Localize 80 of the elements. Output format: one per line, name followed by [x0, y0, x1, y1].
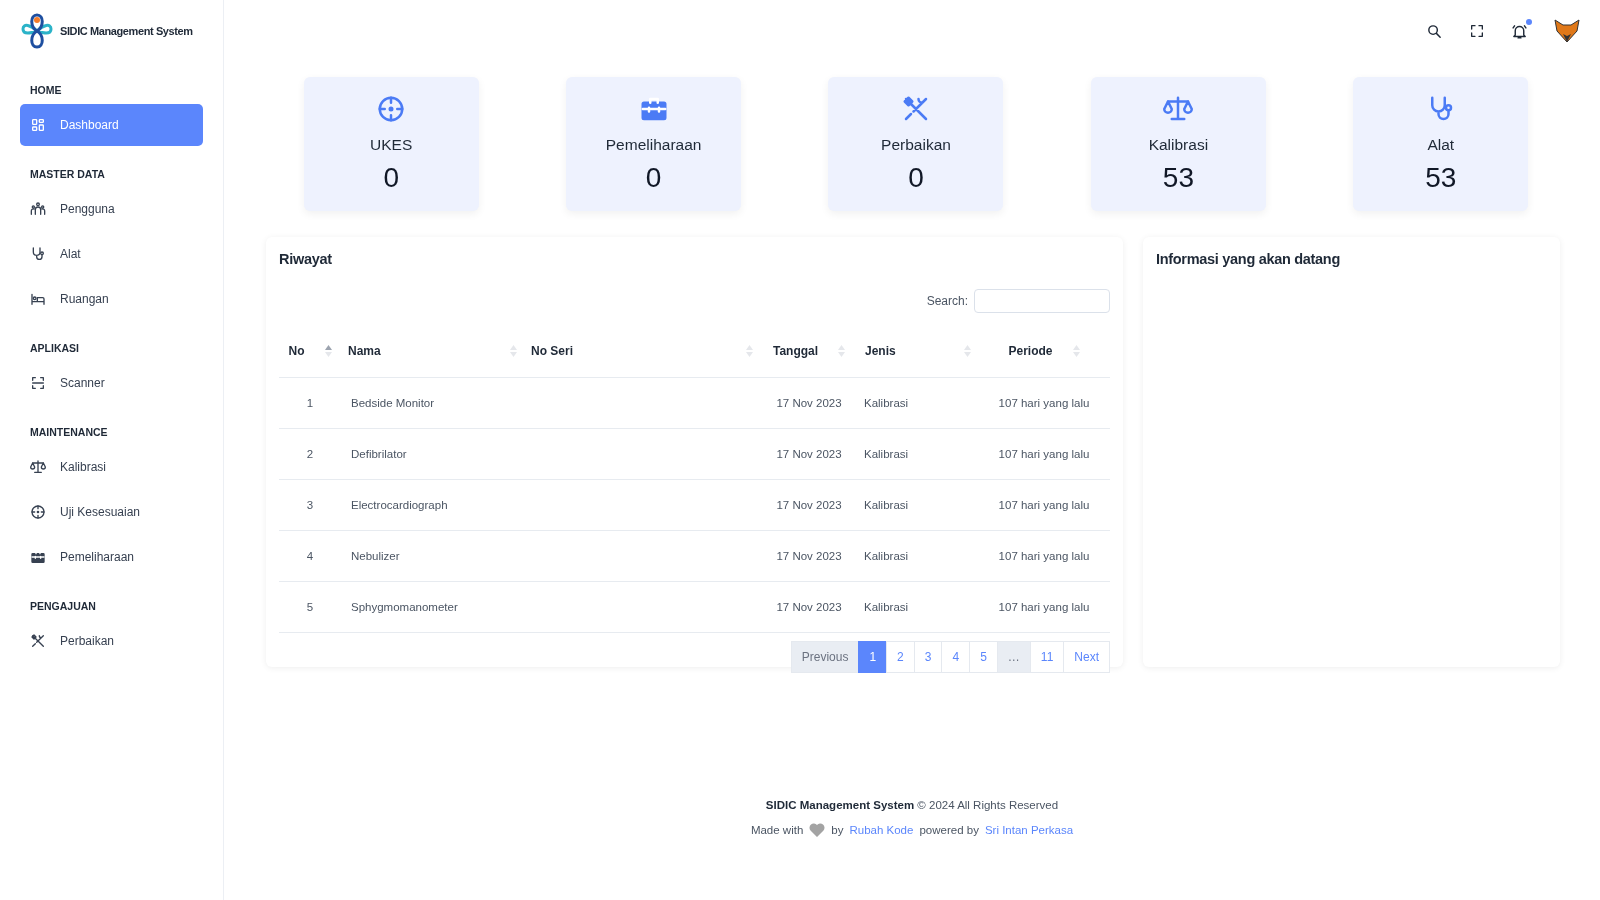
copyright-text: SIDIC Management System © 2024 All Rights Reserved: [765, 799, 1059, 811]
table-cell: Kalibrasi: [864, 550, 909, 562]
panel-title: Riwayat: [279, 251, 333, 267]
table-cell: 107 hari yang lalu: [998, 499, 1090, 511]
sidebar-item[interactable]: Kalibrasi: [20, 446, 203, 488]
stat-label: Kalibrasi: [1148, 136, 1209, 154]
stat-value: 53: [1162, 162, 1194, 194]
footer-text: Made with: [750, 824, 804, 836]
users-icon: [30, 201, 46, 217]
table-cell: Kalibrasi: [864, 601, 909, 613]
table-cell: 5: [306, 601, 314, 613]
fullscreen-button[interactable]: [1469, 23, 1485, 39]
table-cell: Nebulizer: [351, 550, 400, 562]
stat-value: 0: [383, 162, 399, 194]
column-header[interactable]: Periode: [1008, 344, 1053, 358]
table-cell: Bedside Monitor: [351, 397, 435, 409]
heart-icon: [809, 823, 826, 837]
section-heading: APLIKASI: [30, 342, 80, 354]
column-header[interactable]: No Seri: [531, 344, 573, 358]
table-cell: 3: [306, 499, 314, 511]
sidebar-item[interactable]: Alat: [20, 233, 203, 275]
fullscreen-icon: [1469, 23, 1485, 39]
search-button[interactable]: [1426, 22, 1443, 40]
section-heading: HOME: [30, 84, 63, 96]
sidebar-item[interactable]: Pemeliharaan: [20, 536, 203, 578]
table-cell: 107 hari yang lalu: [998, 601, 1090, 613]
table-cell: 2: [306, 448, 314, 460]
table-cell: Kalibrasi: [864, 397, 909, 409]
footer-text: by: [831, 824, 844, 836]
scale-icon: [30, 459, 46, 475]
column-header[interactable]: Tanggal: [772, 344, 819, 358]
table-cell: Kalibrasi: [864, 499, 909, 511]
section-heading: PENGAJUAN: [30, 600, 97, 612]
table-cell: Kalibrasi: [864, 448, 909, 460]
search-field[interactable]: [974, 289, 1110, 313]
sidebar-item[interactable]: Scanner: [20, 362, 203, 404]
brand-name: SIDIC Management System: [60, 25, 193, 37]
stat-label: Alat: [1427, 136, 1455, 154]
stat-label: UKES: [370, 136, 413, 154]
table-cell: 17 Nov 2023: [776, 601, 842, 613]
target-icon: [30, 504, 46, 520]
logo-icon: [20, 12, 54, 50]
panel-title: Informasi yang akan datang: [1156, 251, 1341, 267]
sidebar-item[interactable]: Pengguna: [20, 188, 203, 230]
stat-value: 53: [1425, 162, 1457, 194]
table-cell: Sphygmomanometer: [351, 601, 458, 613]
table-cell: 17 Nov 2023: [776, 448, 842, 460]
footer-text: powered by: [919, 824, 979, 836]
stat-value: 0: [645, 162, 662, 194]
table-cell: 17 Nov 2023: [776, 550, 842, 562]
tools-icon: [30, 633, 46, 649]
table-cell: Electrocardiograph: [351, 499, 448, 511]
stethoscope-icon: [30, 246, 46, 262]
column-header[interactable]: Nama: [348, 344, 381, 358]
grid-icon: [30, 117, 46, 133]
table-cell: 107 hari yang lalu: [998, 397, 1090, 409]
table-cell: 4: [306, 550, 314, 562]
sidebar-item[interactable]: Perbaikan: [20, 620, 203, 662]
stat-value: 0: [908, 162, 924, 194]
table-cell: 17 Nov 2023: [776, 499, 842, 511]
author-link[interactable]: Rubah Kode: [849, 824, 914, 836]
section-heading: MAINTENANCE: [30, 426, 109, 438]
fox-avatar-icon[interactable]: [1554, 19, 1580, 43]
sidebar-item[interactable]: Uji Kesesuaian: [20, 491, 203, 533]
search-icon: [1426, 22, 1443, 40]
stat-label: Perbaikan: [881, 136, 951, 154]
bell-icon: [1511, 22, 1528, 40]
section-heading: MASTER DATA: [30, 168, 106, 180]
sidebar-item[interactable]: Ruangan: [20, 278, 203, 320]
scanner-icon: [30, 375, 46, 391]
table-cell: 1: [306, 397, 314, 409]
stat-label: Pemeliharaan: [605, 136, 702, 154]
table-cell: 17 Nov 2023: [776, 397, 842, 409]
column-header[interactable]: No: [288, 344, 305, 358]
table-cell: 107 hari yang lalu: [998, 448, 1090, 460]
table-cell: Defibrilator: [351, 448, 407, 460]
search-label: Search:: [926, 294, 968, 308]
bed-icon: [30, 291, 46, 307]
table-cell: 107 hari yang lalu: [998, 550, 1090, 562]
column-header[interactable]: Jenis: [865, 344, 896, 358]
